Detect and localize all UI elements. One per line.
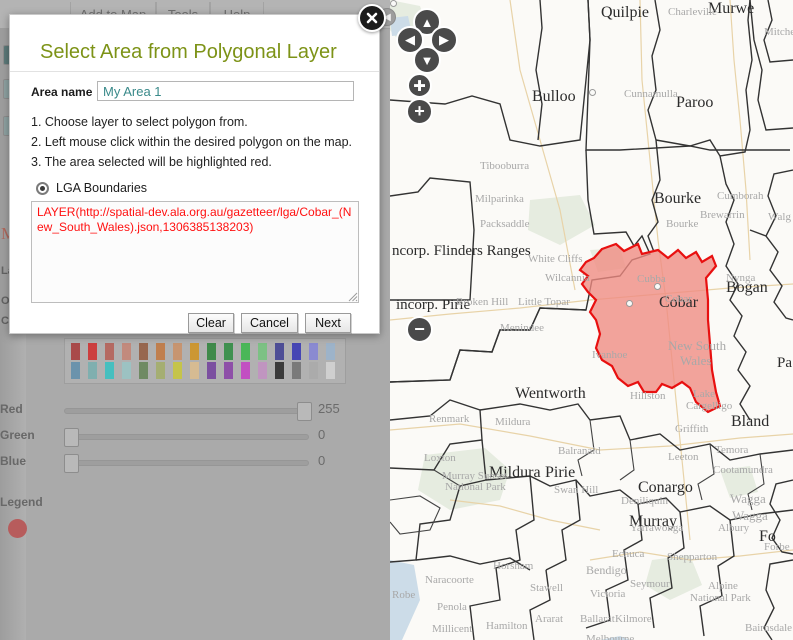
color-swatch-14[interactable] bbox=[309, 362, 318, 379]
color-swatch-0[interactable] bbox=[71, 343, 80, 360]
color-swatch-10[interactable] bbox=[241, 362, 250, 379]
color-swatch-6[interactable] bbox=[173, 362, 182, 379]
slider-value-red: 255 bbox=[318, 401, 340, 416]
place-dot bbox=[390, 0, 397, 7]
slider-handle-green[interactable] bbox=[64, 428, 79, 447]
color-swatch-9[interactable] bbox=[224, 343, 233, 360]
radio-lga-boundaries[interactable] bbox=[36, 182, 49, 195]
color-swatch-11[interactable] bbox=[258, 343, 267, 360]
color-swatch-3[interactable] bbox=[122, 362, 131, 379]
slider-track-green[interactable] bbox=[64, 434, 309, 440]
instruction-step-3: 3. The area selected will be highlighted… bbox=[31, 155, 272, 169]
instruction-step-1: 1. Choose layer to select polygon from. bbox=[31, 115, 248, 129]
color-swatch-8[interactable] bbox=[207, 343, 216, 360]
color-swatch-14[interactable] bbox=[309, 343, 318, 360]
color-swatch-13[interactable] bbox=[292, 362, 301, 379]
color-swatch-12[interactable] bbox=[275, 343, 284, 360]
slider-label-blue: Blue bbox=[0, 454, 26, 468]
color-swatch-grid[interactable] bbox=[64, 338, 346, 384]
slider-label-red: Red bbox=[0, 402, 23, 416]
place-dot bbox=[589, 89, 596, 96]
color-swatch-5[interactable] bbox=[156, 343, 165, 360]
color-swatch-row-1 bbox=[67, 342, 343, 361]
slider-track-red[interactable] bbox=[64, 408, 309, 414]
map-canvas[interactable]: .bd{fill:none;stroke:#333333;stroke-widt… bbox=[390, 0, 793, 640]
area-name-label: Area name bbox=[31, 85, 92, 99]
color-swatch-4[interactable] bbox=[139, 343, 148, 360]
layer-radio-row[interactable]: LGA Boundaries bbox=[36, 181, 147, 195]
clear-button[interactable]: Clear bbox=[188, 313, 234, 333]
cancel-button[interactable]: Cancel bbox=[241, 313, 298, 333]
slider-value-blue: 0 bbox=[318, 453, 325, 468]
dialog-title: Select Area from Polygonal Layer bbox=[40, 41, 337, 64]
color-swatch-8[interactable] bbox=[207, 362, 216, 379]
zoom-out-button[interactable]: − bbox=[406, 316, 433, 343]
legend-title: Legend bbox=[0, 495, 43, 509]
slider-track-blue[interactable] bbox=[64, 460, 309, 466]
color-swatch-9[interactable] bbox=[224, 362, 233, 379]
color-swatch-12[interactable] bbox=[275, 362, 284, 379]
slider-handle-blue[interactable] bbox=[64, 454, 79, 473]
select-area-dialog: Select Area from Polygonal Layer Area na… bbox=[9, 14, 380, 334]
color-swatch-2[interactable] bbox=[105, 362, 114, 379]
color-swatch-3[interactable] bbox=[122, 343, 131, 360]
color-swatch-15[interactable] bbox=[326, 362, 335, 379]
color-swatch-2[interactable] bbox=[105, 343, 114, 360]
layer-expression-textarea[interactable]: LAYER(http://spatial-dev.ala.org.au/gaze… bbox=[31, 201, 359, 303]
close-dialog-button[interactable] bbox=[358, 4, 386, 32]
slider-label-green: Green bbox=[0, 428, 35, 442]
color-swatch-4[interactable] bbox=[139, 362, 148, 379]
close-icon bbox=[364, 10, 380, 26]
slider-value-green: 0 bbox=[318, 427, 325, 442]
color-swatch-10[interactable] bbox=[241, 343, 250, 360]
dialog-divider bbox=[10, 71, 379, 72]
next-button[interactable]: Next bbox=[305, 313, 351, 333]
recenter-crosshair-button[interactable]: ✚ bbox=[407, 73, 432, 98]
color-swatch-row-2 bbox=[67, 361, 343, 380]
textarea-resize-handle[interactable] bbox=[348, 292, 358, 302]
color-swatch-1[interactable] bbox=[88, 362, 97, 379]
color-swatch-11[interactable] bbox=[258, 362, 267, 379]
color-swatch-15[interactable] bbox=[326, 343, 335, 360]
slider-handle-red[interactable] bbox=[297, 402, 312, 421]
pan-down-button[interactable]: ▼ bbox=[413, 46, 441, 74]
color-swatch-0[interactable] bbox=[71, 362, 80, 379]
zoom-in-button[interactable]: + bbox=[406, 98, 433, 125]
place-dot bbox=[626, 300, 633, 307]
color-swatch-1[interactable] bbox=[88, 343, 97, 360]
area-name-input[interactable] bbox=[97, 81, 354, 101]
radio-lga-boundaries-label: LGA Boundaries bbox=[56, 181, 147, 195]
map-vector-layer: .bd{fill:none;stroke:#333333;stroke-widt… bbox=[390, 0, 793, 640]
color-swatch-7[interactable] bbox=[190, 343, 199, 360]
legend-swatch-icon bbox=[8, 519, 27, 538]
instruction-step-2: 2. Left mouse click within the desired p… bbox=[31, 135, 352, 149]
color-swatch-6[interactable] bbox=[173, 343, 182, 360]
color-swatch-7[interactable] bbox=[190, 362, 199, 379]
color-swatch-13[interactable] bbox=[292, 343, 301, 360]
color-swatch-5[interactable] bbox=[156, 362, 165, 379]
place-dot bbox=[654, 283, 661, 290]
